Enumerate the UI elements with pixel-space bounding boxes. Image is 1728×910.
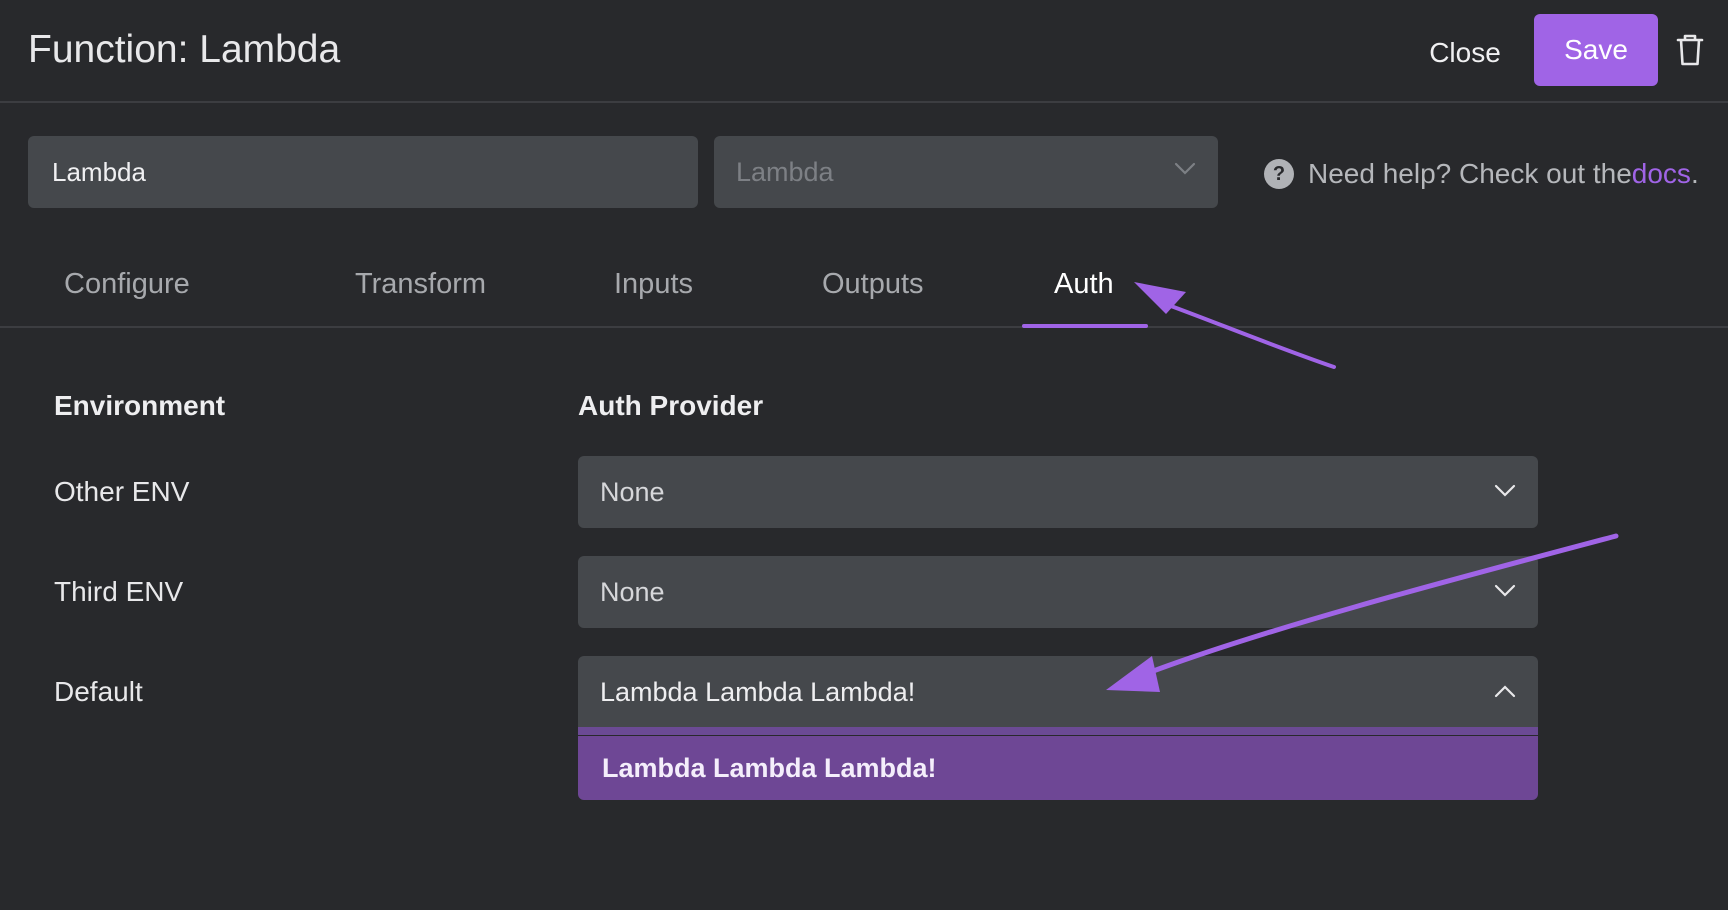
tab-auth[interactable]: Auth xyxy=(1054,268,1114,301)
env-label-other: Other ENV xyxy=(54,476,190,507)
auth-provider-value: None xyxy=(600,576,665,607)
active-tab-indicator xyxy=(1022,324,1148,328)
dropdown-divider xyxy=(578,727,1538,735)
help-icon: ? xyxy=(1264,159,1294,189)
environment-header: Environment xyxy=(54,390,226,421)
save-button[interactable]: Save xyxy=(1534,14,1658,86)
trash-icon[interactable] xyxy=(1675,33,1705,67)
auth-provider-select-other[interactable]: None xyxy=(578,456,1538,528)
auth-provider-value: None xyxy=(600,476,665,507)
docs-link[interactable]: docs xyxy=(1632,158,1691,190)
function-type-select[interactable]: Lambda xyxy=(714,136,1218,208)
auth-provider-select-third[interactable]: None xyxy=(578,556,1538,628)
tab-bar: Configure Transform Inputs Outputs Auth xyxy=(0,246,1728,328)
tab-transform[interactable]: Transform xyxy=(355,268,486,301)
auth-provider-select-default[interactable]: Lambda Lambda Lambda! xyxy=(578,656,1538,728)
dropdown-option[interactable]: Lambda Lambda Lambda! xyxy=(578,736,1538,800)
env-label-third: Third ENV xyxy=(54,576,184,607)
auth-provider-value: Lambda Lambda Lambda! xyxy=(600,676,916,707)
close-button[interactable]: Close xyxy=(1410,30,1520,76)
function-editor: Function: Lambda Close Save Lambda Lambd… xyxy=(0,0,1728,910)
function-name-input[interactable]: Lambda xyxy=(28,136,698,208)
chevron-down-icon xyxy=(1494,484,1516,497)
tab-configure[interactable]: Configure xyxy=(64,268,190,301)
tab-outputs[interactable]: Outputs xyxy=(822,268,924,301)
chevron-down-icon xyxy=(1494,584,1516,597)
chevron-down-icon xyxy=(1174,162,1196,175)
auth-provider-header: Auth Provider xyxy=(578,390,764,421)
header-bar: Function: Lambda Close Save xyxy=(0,0,1728,103)
function-type-value: Lambda xyxy=(736,156,834,187)
env-label-default: Default xyxy=(54,676,143,707)
chevron-up-icon xyxy=(1494,685,1516,698)
tab-inputs[interactable]: Inputs xyxy=(614,268,693,301)
help-suffix: . xyxy=(1690,158,1699,189)
help-prefix: Need help? Check out the xyxy=(1308,158,1632,189)
help-text: ? Need help? Check out the docs. xyxy=(1264,154,1699,194)
page-title: Function: Lambda xyxy=(28,28,341,71)
